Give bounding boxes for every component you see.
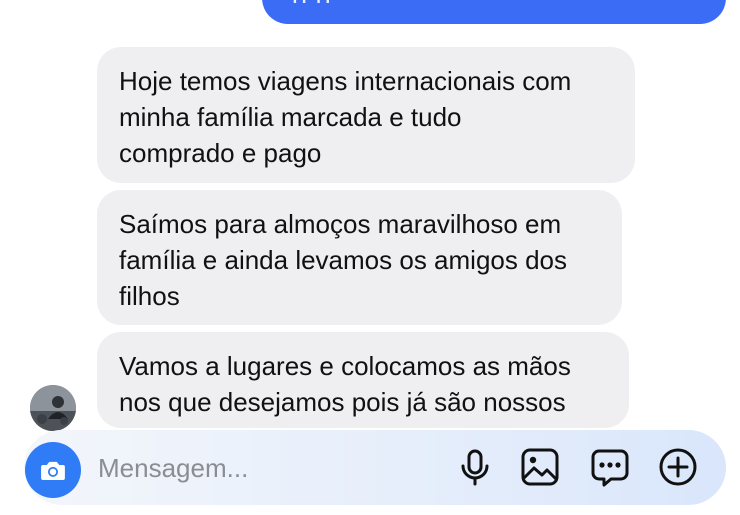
message-line: minha família marcada e tudo — [119, 102, 462, 132]
message-line: nos que desejamos pois já são nossos — [119, 387, 566, 417]
message-line: Saímos para almoços maravilhoso em — [119, 209, 562, 239]
gallery-icon — [521, 448, 559, 486]
microphone-icon — [461, 449, 489, 486]
message-line: filhos — [119, 281, 180, 311]
message-line: Hoje temos viagens internacionais com — [119, 66, 572, 96]
gallery-button[interactable] — [517, 444, 563, 490]
sent-message-bubble[interactable]: p p — [262, 0, 726, 24]
received-message-bubble[interactable]: Vamos a lugares e colocamos as mãos nos … — [97, 332, 629, 428]
sticker-button[interactable] — [587, 444, 633, 490]
sticker-icon — [591, 449, 629, 487]
message-input[interactable]: Mensagem... — [98, 450, 248, 486]
received-message-bubble[interactable]: Saímos para almoços maravilhoso em famíl… — [97, 190, 622, 325]
plus-icon — [659, 448, 697, 486]
camera-button[interactable] — [25, 442, 81, 498]
message-line: comprado e pago — [119, 138, 322, 168]
sender-avatar[interactable] — [30, 385, 76, 431]
avatar-photo — [30, 385, 76, 431]
camera-icon — [41, 461, 65, 480]
message-line: Vamos a lugares e colocamos as mãos — [119, 351, 571, 381]
more-options-button[interactable] — [655, 444, 701, 490]
message-line: família e ainda levamos os amigos dos — [119, 245, 568, 275]
sent-message-text: p p — [292, 0, 696, 3]
microphone-button[interactable] — [452, 444, 498, 490]
received-message-bubble[interactable]: Hoje temos viagens internacionais com mi… — [97, 47, 635, 183]
